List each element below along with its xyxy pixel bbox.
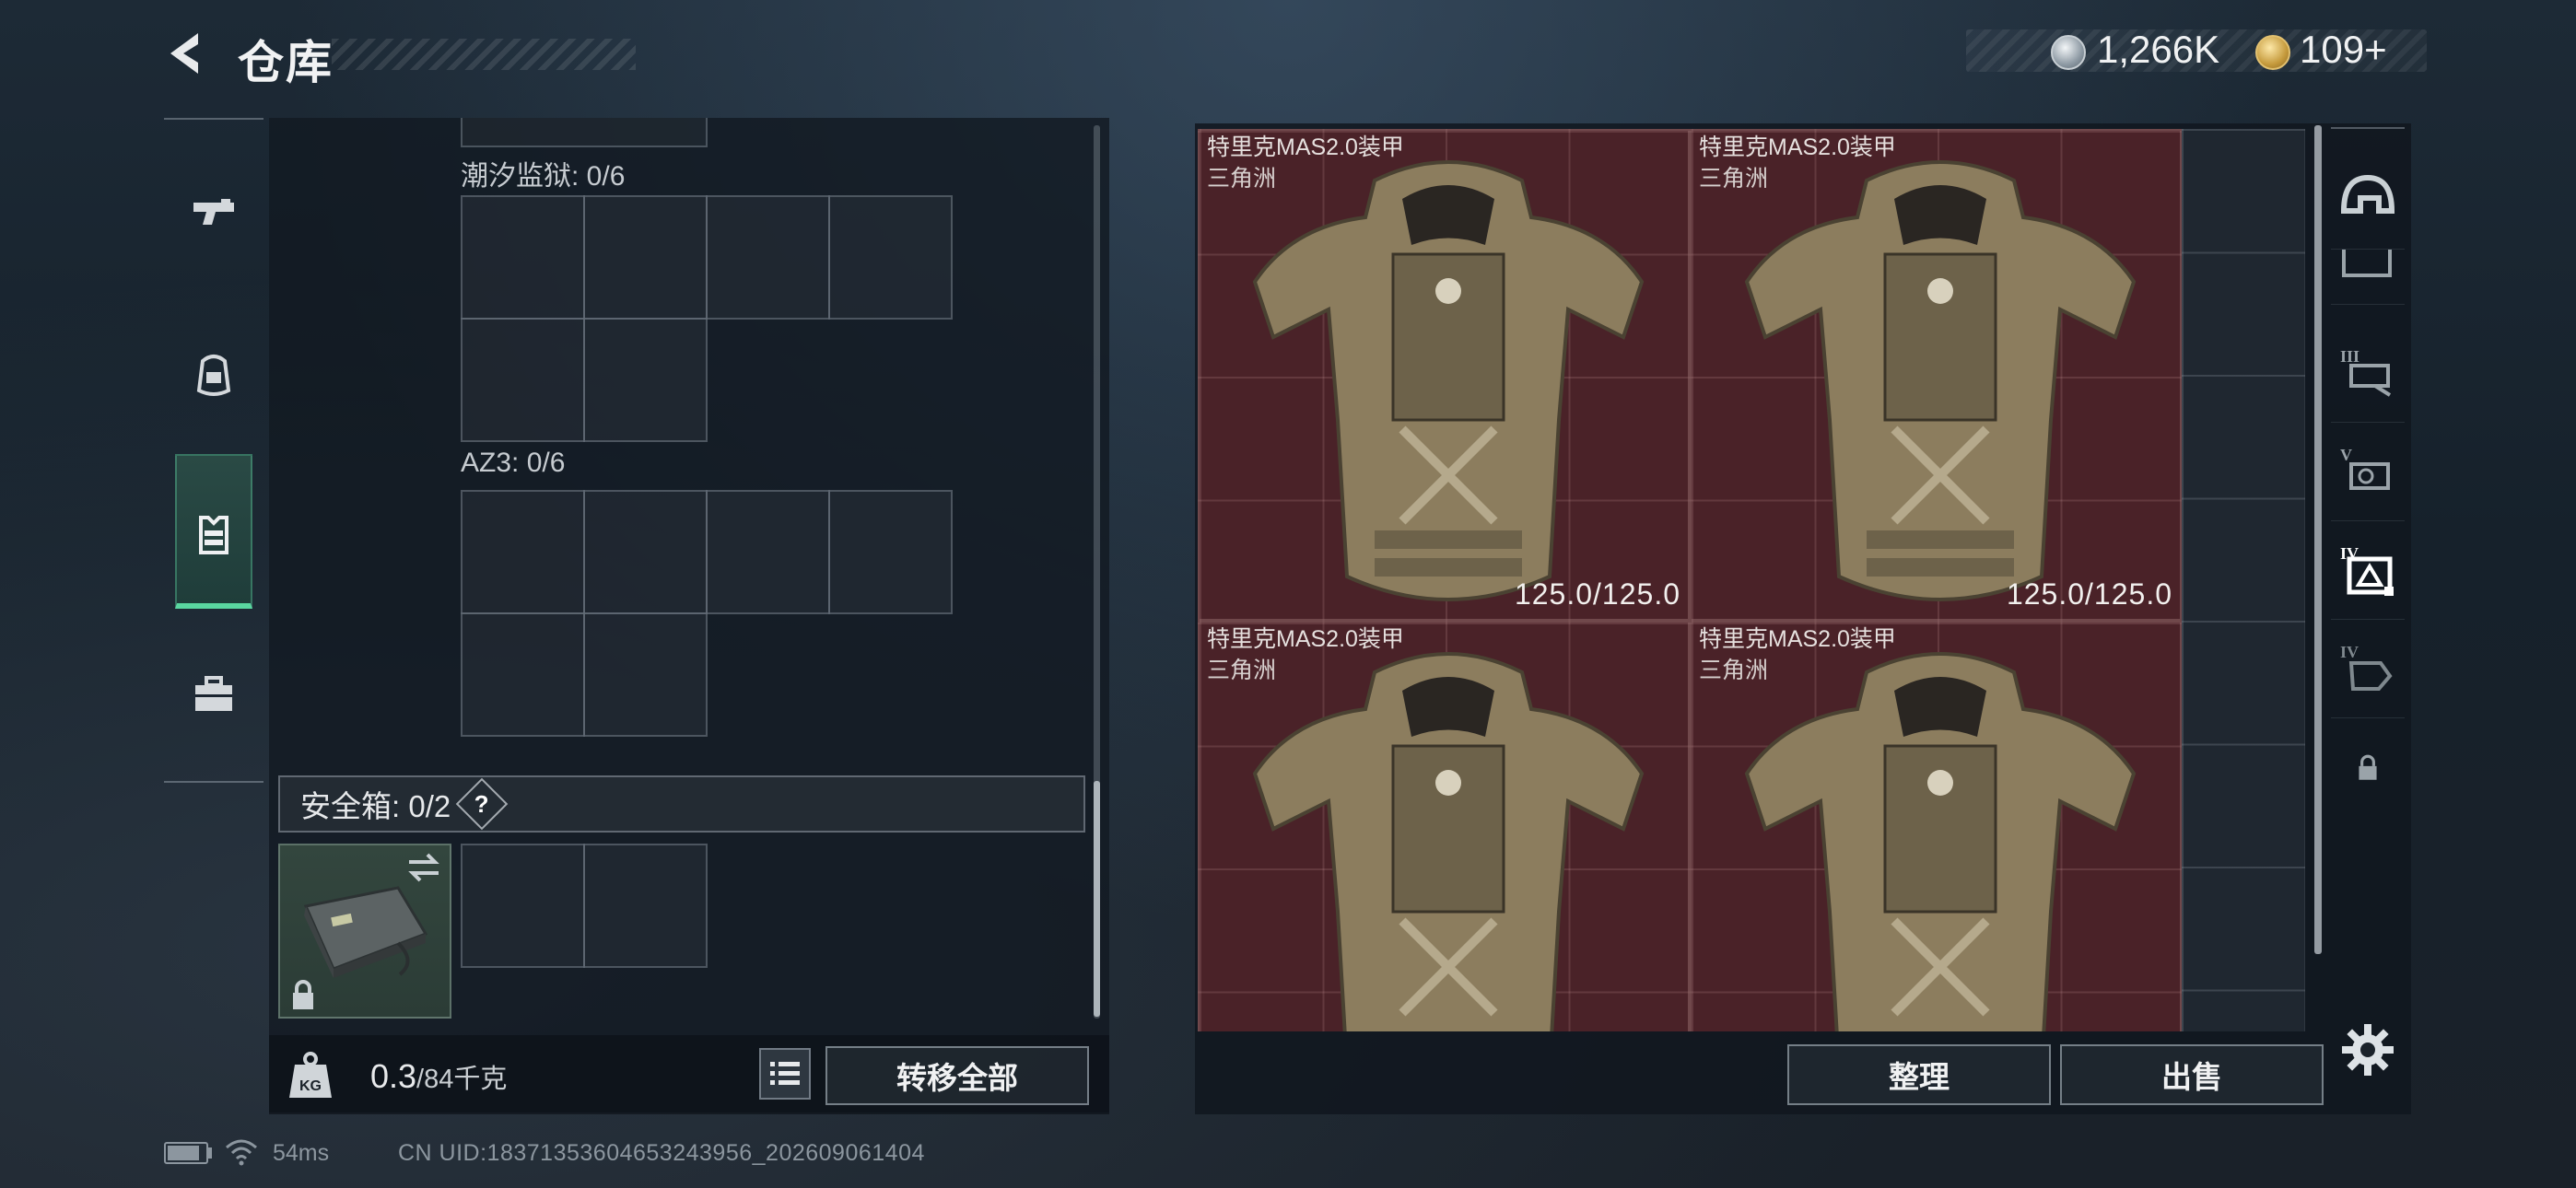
cat-item-armor-v[interactable]: V bbox=[2331, 423, 2405, 521]
cat-item-locked[interactable] bbox=[2331, 718, 2405, 817]
item-name: 特里克MAS2.0装甲 bbox=[1699, 626, 1896, 652]
item-durability: 125.0/125.0 bbox=[1514, 577, 1680, 611]
weight-kg-icon: KG bbox=[289, 1052, 332, 1098]
item-source: 三角洲 bbox=[1207, 658, 1277, 683]
list-view-button[interactable] bbox=[759, 1048, 811, 1100]
swap-icon[interactable] bbox=[405, 851, 442, 884]
armor-partial-icon bbox=[2342, 250, 2392, 277]
gear-icon[interactable] bbox=[2340, 1022, 2395, 1077]
nav-item-backpack[interactable] bbox=[164, 320, 263, 427]
grid-slot[interactable] bbox=[461, 612, 585, 737]
grid-slot[interactable] bbox=[583, 318, 708, 442]
svg-text:IV: IV bbox=[2340, 643, 2359, 661]
secure-case-icon bbox=[303, 886, 428, 978]
section-label-prison: 潮汐监狱: 0/6 bbox=[461, 161, 626, 192]
gold-coin-icon bbox=[2255, 35, 2290, 70]
scrollbar-thumb[interactable] bbox=[1094, 781, 1100, 1017]
cat-item-armor-iii[interactable]: III bbox=[2331, 324, 2405, 423]
title-stripe-decoration bbox=[332, 39, 636, 70]
cat-item-armor-iv-alt[interactable]: IV bbox=[2331, 620, 2405, 718]
stash-item-armor[interactable]: 特里克MAS2.0装甲 三角洲 bbox=[1690, 621, 2182, 1031]
backpack-icon bbox=[196, 355, 231, 396]
sort-button[interactable]: 整理 bbox=[1787, 1044, 2051, 1105]
page-title: 仓库 bbox=[238, 37, 334, 88]
item-durability: 125.0/125.0 bbox=[2006, 577, 2172, 611]
cat-item-helmet[interactable] bbox=[2331, 151, 2405, 250]
nav-item-weapon[interactable] bbox=[164, 160, 263, 267]
safe-box-label: 安全箱: 0/2 bbox=[300, 789, 451, 823]
stash-grid: 特里克MAS2.0装甲 三角洲 125.0/125.0 特里克MAS2.0装甲 … bbox=[1198, 129, 2305, 1031]
armor-level-iv-icon: IV bbox=[2340, 544, 2394, 596]
stash-scrollbar[interactable] bbox=[2314, 125, 2322, 954]
transfer-all-button[interactable]: 转移全部 bbox=[825, 1046, 1089, 1105]
stash-category-nav: III V IV IV bbox=[2331, 127, 2405, 993]
svg-text:III: III bbox=[2340, 347, 2359, 366]
grid-slot[interactable] bbox=[706, 490, 830, 614]
gold-currency-value[interactable]: 109+ bbox=[2300, 28, 2387, 72]
grid-slot[interactable] bbox=[583, 195, 708, 320]
body-armor-icon bbox=[1252, 160, 1645, 601]
stash-item-armor[interactable]: 特里克MAS2.0装甲 三角洲 bbox=[1198, 621, 1690, 1031]
stash-item-armor[interactable]: 特里克MAS2.0装甲 三角洲 125.0/125.0 bbox=[1198, 129, 1690, 621]
item-name: 特里克MAS2.0装甲 bbox=[1207, 626, 1404, 652]
pistol-icon bbox=[193, 199, 234, 225]
battery-icon bbox=[164, 1142, 208, 1164]
helmet-icon bbox=[2340, 174, 2395, 214]
sell-button[interactable]: 出售 bbox=[2060, 1044, 2324, 1105]
item-source: 三角洲 bbox=[1699, 166, 1769, 192]
nav-item-chest-rig[interactable] bbox=[164, 481, 263, 588]
safe-box-header: 安全箱: 0/2 ? bbox=[278, 775, 1085, 833]
weight-readout: 0.3/84千克 bbox=[370, 1057, 508, 1095]
wifi-icon bbox=[226, 1139, 257, 1166]
ping-readout: 54ms bbox=[273, 1140, 330, 1166]
lock-icon bbox=[293, 980, 313, 1009]
body-armor-icon bbox=[1252, 652, 1645, 1031]
nav-item-case[interactable] bbox=[164, 641, 263, 748]
grid-slot[interactable] bbox=[828, 490, 953, 614]
body-armor-icon bbox=[1744, 652, 2137, 1031]
chest-rig-icon bbox=[199, 516, 228, 554]
help-icon[interactable]: ? bbox=[455, 777, 509, 831]
grid-slot[interactable] bbox=[706, 195, 830, 320]
grid-slot[interactable] bbox=[828, 195, 953, 320]
list-icon bbox=[770, 1062, 800, 1085]
stash-item-armor[interactable]: 特里克MAS2.0装甲 三角洲 125.0/125.0 bbox=[1690, 129, 2182, 621]
armor-level-iv-alt-icon: IV bbox=[2340, 643, 2393, 691]
svg-text:KG: KG bbox=[299, 1078, 322, 1094]
grid-slot[interactable] bbox=[583, 490, 708, 614]
cat-item-partial[interactable] bbox=[2331, 250, 2405, 305]
item-source: 三角洲 bbox=[1699, 658, 1769, 683]
grid-stub bbox=[461, 118, 708, 147]
battery-tip bbox=[208, 1147, 212, 1159]
item-source: 三角洲 bbox=[1207, 166, 1277, 192]
grid-slot[interactable] bbox=[461, 490, 585, 614]
section-label-az3: AZ3: 0/6 bbox=[461, 448, 566, 478]
grid-slot[interactable] bbox=[461, 195, 585, 320]
lock-icon bbox=[2359, 754, 2377, 780]
item-name: 特里克MAS2.0装甲 bbox=[1699, 134, 1896, 160]
left-category-nav bbox=[164, 118, 263, 783]
safe-slot[interactable] bbox=[461, 844, 585, 968]
armor-level-v-icon: V bbox=[2340, 446, 2390, 490]
safe-slot[interactable] bbox=[583, 844, 708, 968]
svg-text:V: V bbox=[2340, 446, 2352, 464]
item-name: 特里克MAS2.0装甲 bbox=[1207, 134, 1404, 160]
cat-item-armor-iv[interactable]: IV bbox=[2331, 521, 2405, 620]
grid-slot[interactable] bbox=[461, 318, 585, 442]
user-uid: CN UID:18371353604653243956_202609061404 bbox=[398, 1140, 925, 1166]
back-arrow-icon[interactable] bbox=[161, 28, 213, 79]
armor-level-iii-icon: III bbox=[2340, 347, 2392, 397]
case-icon bbox=[195, 676, 232, 711]
silver-currency-value: 1,266K bbox=[2097, 28, 2220, 71]
silver-coin-icon bbox=[2051, 35, 2086, 70]
body-armor-icon bbox=[1744, 160, 2137, 601]
grid-slot[interactable] bbox=[583, 612, 708, 737]
